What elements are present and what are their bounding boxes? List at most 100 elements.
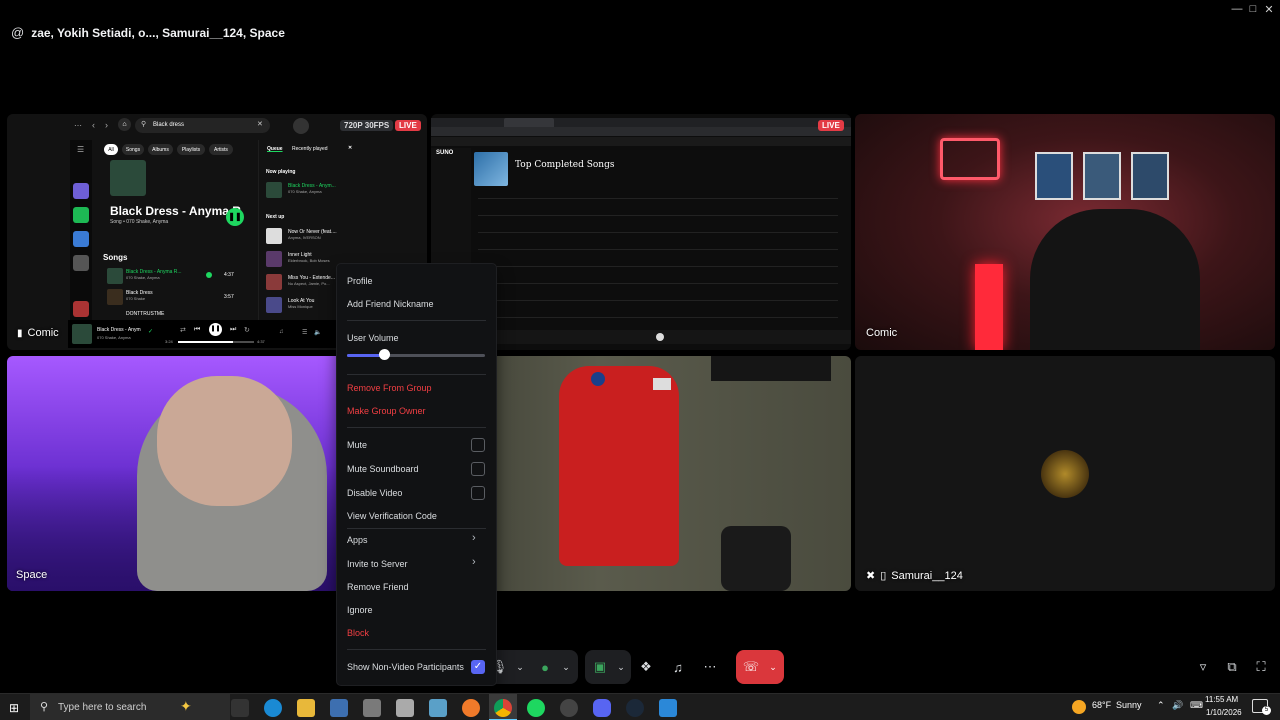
app-icon[interactable] (429, 699, 447, 717)
recently-played-tab[interactable]: Recently played (292, 146, 328, 152)
weather-temperature[interactable]: 68°F (1092, 700, 1111, 710)
pause-button[interactable]: ❚❚ (209, 323, 222, 336)
close-queue-icon[interactable]: ✕ (348, 145, 352, 151)
suno-logo[interactable]: SUNO (436, 150, 453, 156)
song-row[interactable]: Black Dress - Anyma R... 070 Shake, Anyma (126, 269, 182, 280)
screen-share-icon[interactable]: ▣ (590, 657, 610, 677)
filter-chip-all[interactable]: All (104, 144, 118, 155)
volume-icon[interactable]: 🔊 (1172, 700, 1183, 711)
soundboard-icon[interactable]: ♫ (668, 657, 688, 677)
play-button[interactable]: ❚❚ (226, 208, 244, 226)
back-icon[interactable]: ‹ (92, 120, 95, 130)
activities-icon[interactable]: ❖ (636, 657, 656, 677)
discord-icon[interactable] (593, 699, 611, 717)
spotify-icon[interactable] (527, 699, 545, 717)
menu-item-show-non-video-participants[interactable]: Show Non-Video Participants (347, 662, 464, 672)
playlist-icon[interactable] (73, 207, 89, 223)
play-button[interactable] (656, 333, 664, 341)
lyrics-icon[interactable]: ♫ (279, 329, 284, 335)
queue-item[interactable]: Look At You Miss Monique (288, 298, 314, 309)
menu-item-add-friend-nickname[interactable]: Add Friend Nickname (347, 299, 434, 309)
weather-sun-icon[interactable] (1072, 700, 1086, 714)
picture-in-picture-icon[interactable]: ⧉ (1222, 657, 1242, 677)
tile-samurai[interactable] (855, 356, 1275, 591)
queue-item[interactable]: Inner Light Elderbrook, Bob Moses (288, 252, 330, 263)
weather-description[interactable]: Sunny (1116, 700, 1142, 710)
mute-checkbox[interactable] (471, 438, 485, 452)
camera-icon[interactable]: ● (535, 657, 555, 677)
taskbar-search-input[interactable]: Type here to search (30, 694, 230, 720)
clear-search-icon[interactable]: ✕ (257, 120, 263, 128)
mute-soundboard-checkbox[interactable] (471, 462, 485, 476)
app-icon[interactable] (560, 699, 578, 717)
close-icon[interactable]: ✕ (1258, 0, 1280, 18)
playlist-icon[interactable] (73, 255, 89, 271)
avatar[interactable] (1041, 450, 1089, 498)
browser-tab[interactable] (504, 118, 554, 127)
app-icon[interactable] (396, 699, 414, 717)
top-result-title[interactable]: Black Dress - Anyma R (110, 204, 241, 218)
queue-tab[interactable]: Queue (267, 146, 283, 152)
edge-icon[interactable] (264, 699, 282, 717)
repeat-icon[interactable]: ↻ (244, 326, 250, 334)
spotify-search-input[interactable]: Black dress (135, 118, 270, 133)
pop-out-icon[interactable]: ▿ (1193, 657, 1213, 677)
disable-video-checkbox[interactable] (471, 486, 485, 500)
mic-options-chevron-icon[interactable]: ⌄ (510, 657, 530, 677)
chrome-icon[interactable] (494, 699, 512, 717)
menu-item-remove-from-group[interactable]: Remove From Group (347, 383, 432, 393)
steam-icon[interactable] (626, 699, 644, 717)
start-icon[interactable]: ⊞ (9, 701, 19, 715)
menu-item-apps[interactable]: Apps (347, 535, 368, 545)
liked-songs-icon[interactable] (73, 183, 89, 199)
fullscreen-icon[interactable]: ⛶ (1251, 657, 1271, 677)
search-highlight-icon[interactable]: ✦ (180, 698, 192, 715)
menu-item-mute[interactable]: Mute (347, 440, 367, 450)
filter-chip-songs[interactable]: Songs (122, 144, 144, 155)
menu-item-block[interactable]: Block (347, 628, 369, 638)
screen-share-options-chevron-icon[interactable]: ⌄ (611, 657, 631, 677)
clock-time[interactable]: 11:55 AM (1205, 695, 1238, 704)
shuffle-icon[interactable]: ⇄ (180, 326, 186, 334)
previous-icon[interactable]: ⏮ (194, 326, 200, 334)
song-row[interactable]: DONTTRUSTME (126, 311, 164, 317)
menu-item-profile[interactable]: Profile (347, 276, 373, 286)
language-icon[interactable]: ⌨ (1190, 700, 1203, 711)
menu-item-remove-friend[interactable]: Remove Friend (347, 582, 409, 592)
filter-chip-artists[interactable]: Artists (209, 144, 233, 155)
saved-check-icon[interactable] (206, 272, 212, 278)
saved-check-icon[interactable]: ✓ (148, 328, 153, 335)
volume-icon[interactable]: 🔈 (314, 329, 321, 336)
filter-chip-albums[interactable]: Albums (148, 144, 173, 155)
menu-item-ignore[interactable]: Ignore (347, 605, 373, 615)
app-icon[interactable] (330, 699, 348, 717)
clock-date[interactable]: 1/10/2026 (1206, 708, 1242, 717)
menu-item-disable-video[interactable]: Disable Video (347, 488, 402, 498)
next-icon[interactable]: ⏭ (230, 326, 236, 334)
file-explorer-icon[interactable] (297, 699, 315, 717)
firefox-icon[interactable] (462, 699, 480, 717)
queue-item[interactable]: Now Or Never (feat.... Anyma, IVERSON (288, 229, 337, 240)
tray-chevron-icon[interactable]: ⌃ (1157, 700, 1165, 711)
menu-item-invite-to-server[interactable]: Invite to Server (347, 559, 408, 569)
tile-comic-camera[interactable] (855, 114, 1275, 350)
more-icon[interactable]: ⋯ (74, 121, 82, 130)
playlist-icon[interactable] (73, 231, 89, 247)
menu-item-view-verification-code[interactable]: View Verification Code (347, 511, 437, 521)
calculator-icon[interactable] (363, 699, 381, 717)
browser-address-bar[interactable] (431, 127, 851, 136)
player-track-title[interactable]: Black Dress - Anym (97, 327, 141, 333)
avatar[interactable] (293, 118, 309, 134)
progress-bar[interactable] (178, 341, 254, 343)
menu-item-make-group-owner[interactable]: Make Group Owner (347, 406, 426, 416)
more-options-icon[interactable]: ⋯ (700, 657, 720, 677)
leave-options-chevron-icon[interactable]: ⌄ (763, 657, 783, 677)
home-icon[interactable]: ⌂ (118, 118, 131, 131)
queue-item[interactable]: Black Dress - Anym... 070 Shake, Anyma (288, 183, 336, 194)
queue-item[interactable]: Miss You - Extende... Nu Aspect, Jamie, P… (288, 275, 335, 286)
queue-icon[interactable]: ☰ (302, 329, 307, 336)
filter-chip-playlists[interactable]: Playlists (177, 144, 205, 155)
task-view-icon[interactable] (231, 699, 249, 717)
user-volume-slider[interactable] (347, 354, 485, 357)
forward-icon[interactable]: › (105, 120, 108, 130)
